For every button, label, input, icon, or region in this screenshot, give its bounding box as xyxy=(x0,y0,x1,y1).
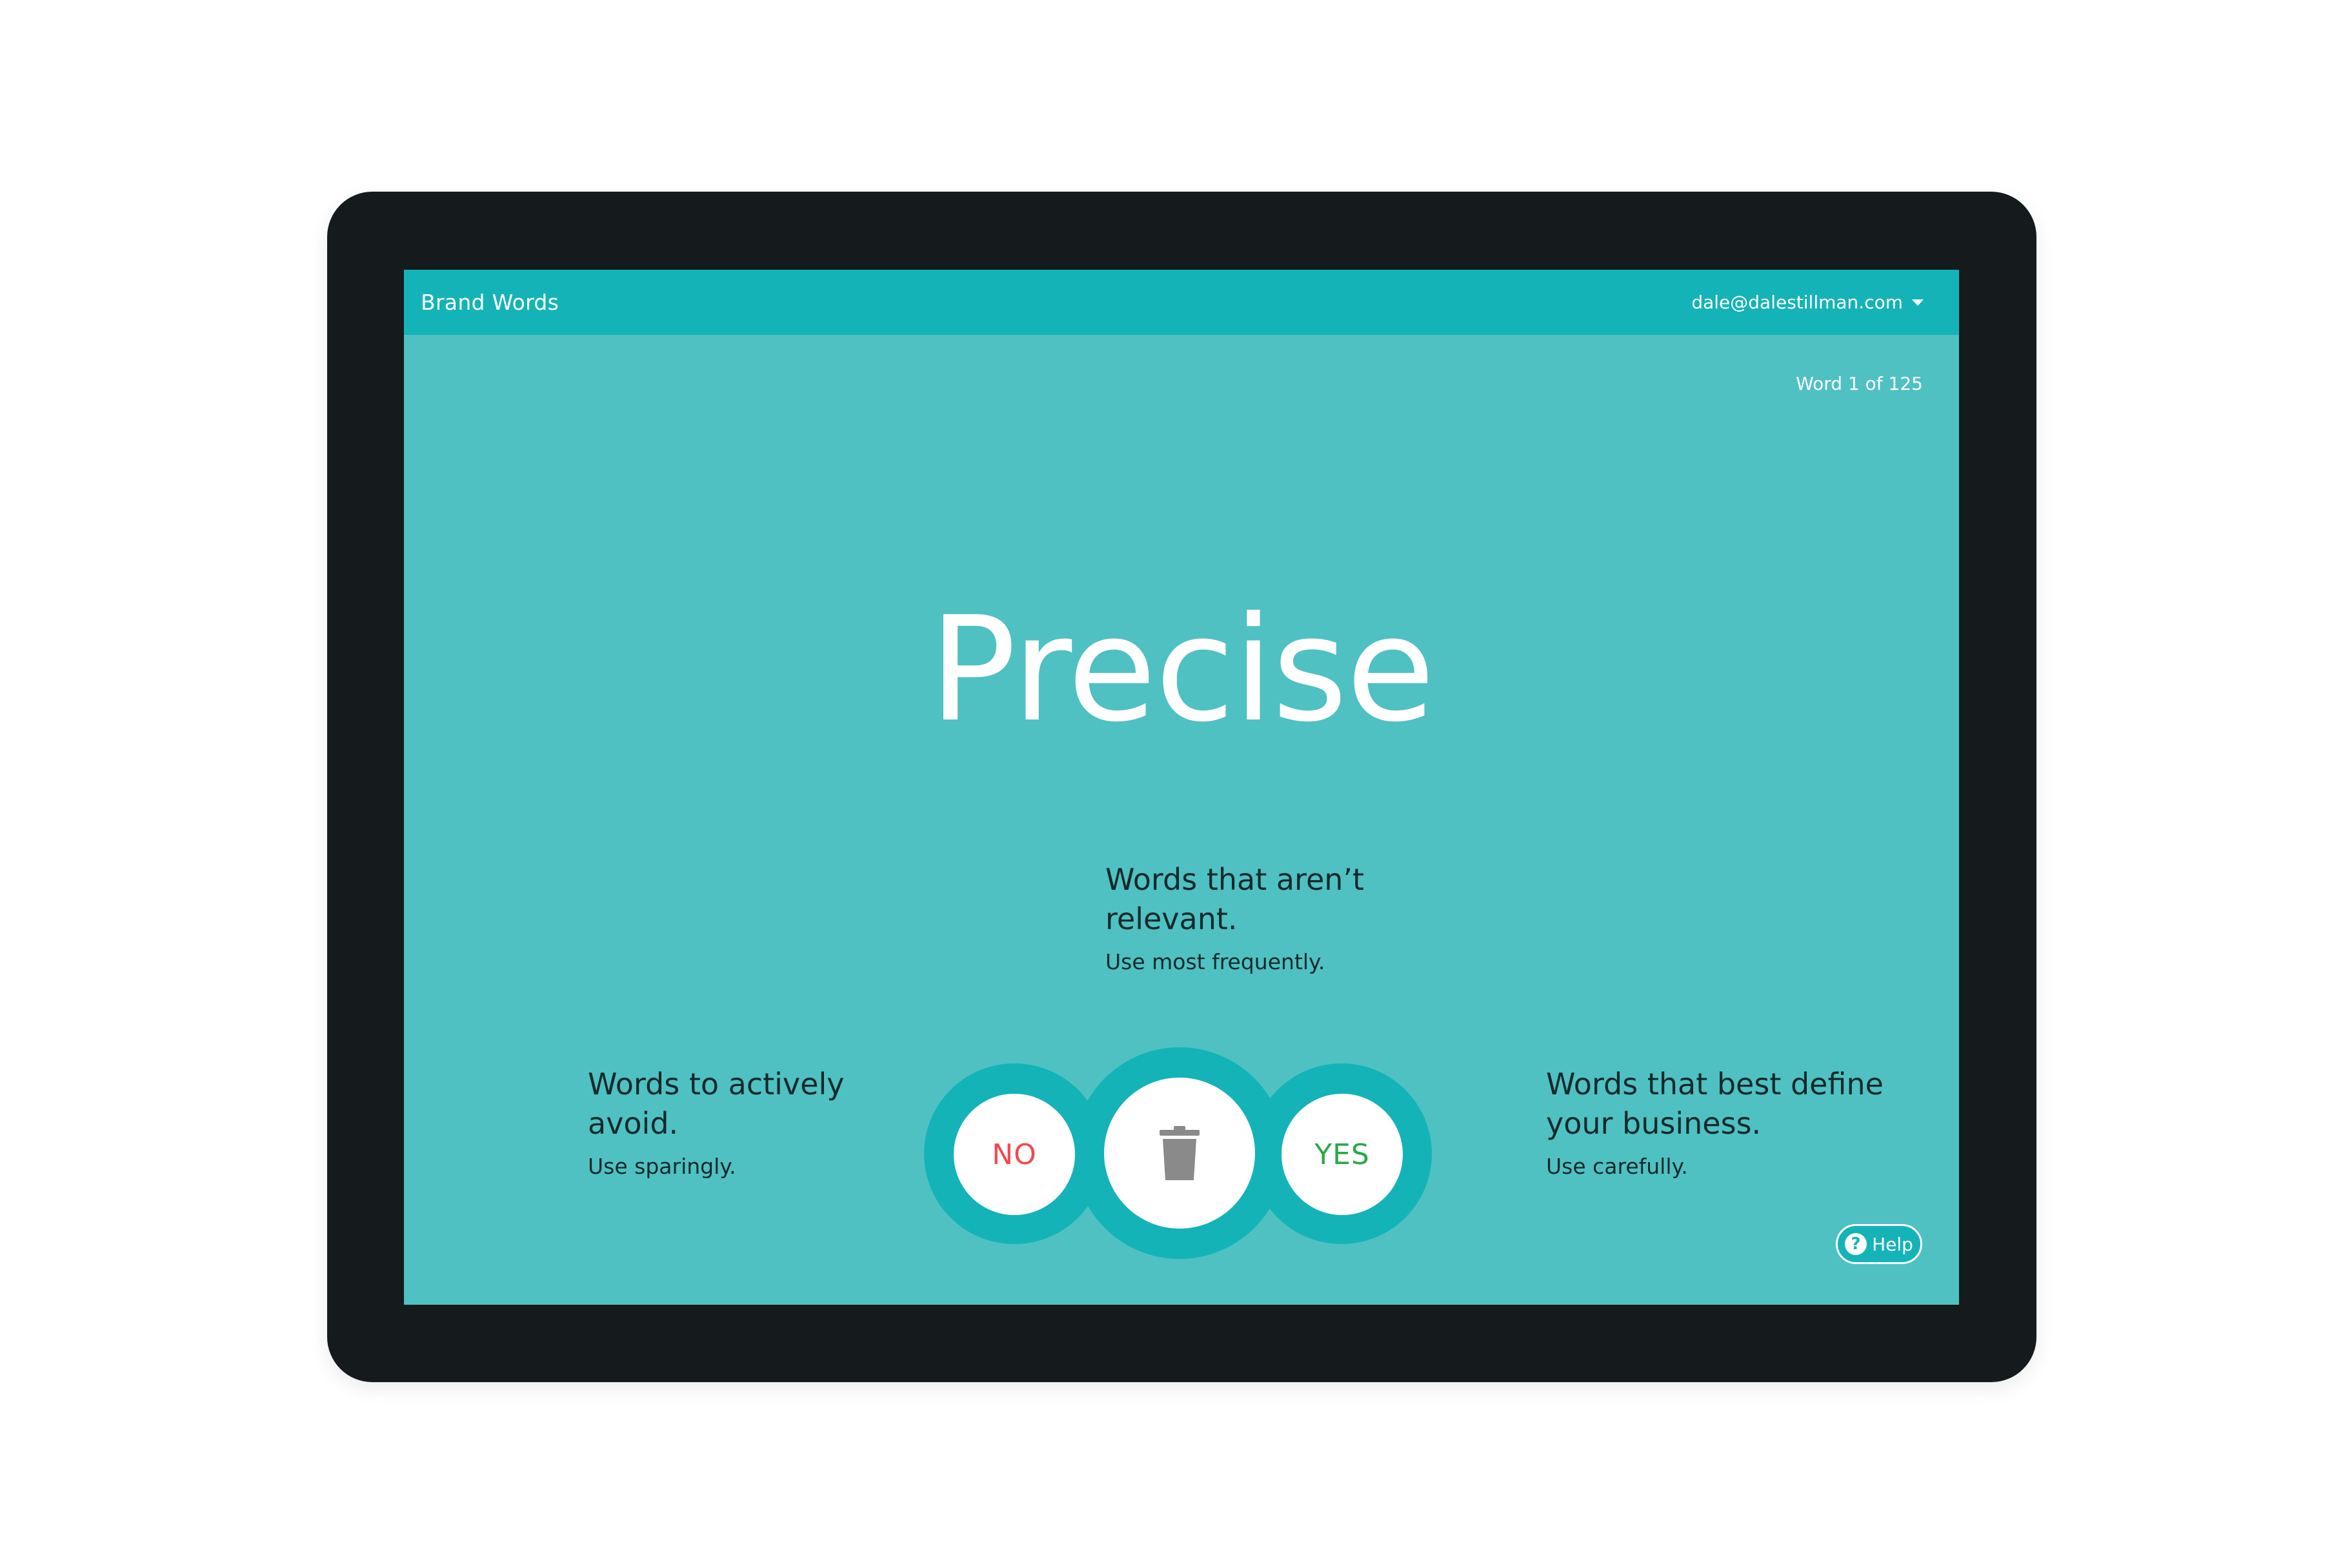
trash-icon xyxy=(1160,1126,1200,1180)
user-account-menu[interactable]: dale@dalestillman.com xyxy=(1691,270,1924,335)
top-nav-bar: Brand Words dale@dalestillman.com xyxy=(404,270,1959,335)
help-label: Help xyxy=(1872,1233,1913,1255)
no-button[interactable]: NO xyxy=(954,1094,1075,1215)
hint-avoid: Words to actively avoid. Use sparingly. xyxy=(588,1065,923,1179)
hint-irrelevant: Words that aren’t relevant. Use most fre… xyxy=(1105,860,1441,974)
hint-define: Words that best define your business. Us… xyxy=(1546,1065,1907,1179)
current-word: Precise xyxy=(929,585,1435,754)
no-button-label: NO xyxy=(992,1138,1037,1171)
hint-irrelevant-subtitle: Use most frequently. xyxy=(1105,949,1325,974)
hint-define-title: Words that best define your business. xyxy=(1546,1067,1884,1141)
app-title[interactable]: Brand Words xyxy=(421,270,559,335)
hint-irrelevant-title: Words that aren’t relevant. xyxy=(1105,862,1365,936)
yes-button-label: YES xyxy=(1314,1138,1370,1171)
trash-button[interactable] xyxy=(1104,1078,1255,1229)
chevron-down-icon xyxy=(1912,299,1924,306)
question-icon: ? xyxy=(1845,1233,1867,1255)
hint-define-subtitle: Use carefully. xyxy=(1546,1154,1688,1179)
hint-avoid-subtitle: Use sparingly. xyxy=(588,1154,736,1179)
help-button[interactable]: ? Help xyxy=(1836,1224,1922,1264)
app-screen: Brand Words dale@dalestillman.com Word 1… xyxy=(404,270,1959,1305)
user-email: dale@dalestillman.com xyxy=(1691,292,1903,313)
yes-button[interactable]: YES xyxy=(1282,1094,1403,1215)
word-counter: Word 1 of 125 xyxy=(1796,373,1923,394)
hint-avoid-title: Words to actively avoid. xyxy=(588,1067,845,1141)
